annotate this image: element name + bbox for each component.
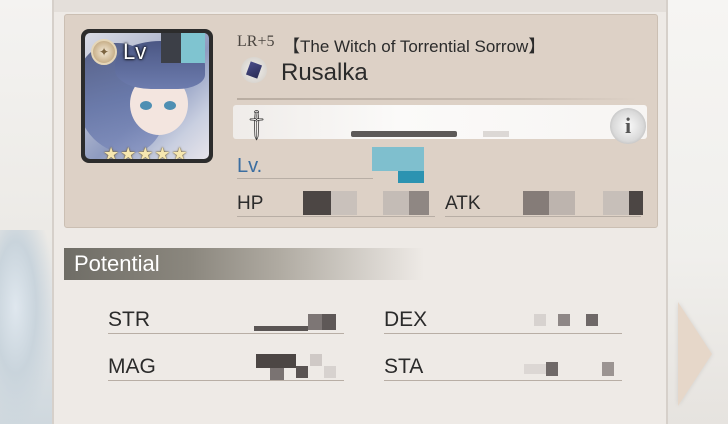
- redacted-block: [383, 191, 409, 215]
- redacted-block: [603, 191, 629, 215]
- divider: [445, 216, 641, 217]
- sta-label: STA: [384, 355, 424, 378]
- redacted-block: [161, 33, 181, 63]
- redacted-block: [524, 364, 546, 374]
- portrait-art: ✦ Lv ★★★★★: [85, 33, 209, 159]
- portrait-level-label: Lv: [123, 39, 147, 64]
- info-icon[interactable]: i: [610, 108, 646, 144]
- portrait-eye: [164, 101, 176, 110]
- character-portrait[interactable]: ✦ Lv ★★★★★: [81, 29, 213, 163]
- character-epithet: 【The Witch of Torrential Sorrow】: [283, 37, 546, 56]
- redacted-block: [303, 191, 331, 215]
- potential-section-label: Potential: [74, 251, 160, 276]
- divider: [108, 333, 344, 334]
- redacted-block: [602, 362, 614, 376]
- redacted-block: [310, 354, 322, 366]
- rarity-stars: ★★★★★: [103, 144, 189, 159]
- redacted-block: [546, 362, 558, 376]
- divider: [237, 178, 373, 179]
- redacted-block: [398, 171, 424, 183]
- redacted-block: [270, 368, 284, 380]
- class-icon: [241, 57, 267, 83]
- level-label: Lv.: [237, 155, 263, 177]
- character-name: Rusalka: [281, 59, 368, 86]
- redacted-block: [629, 191, 643, 215]
- redacted-block: [534, 314, 546, 326]
- portrait-eye: [140, 101, 152, 110]
- character-detail-panel: ✦ Lv ★★★★★ LR+5 【The Witch of Torrential…: [52, 0, 668, 424]
- background-art: [0, 230, 52, 424]
- redacted-block: [322, 314, 336, 330]
- redacted-block: [586, 314, 598, 326]
- redacted-block: [324, 366, 336, 378]
- hp-label: HP: [237, 193, 264, 214]
- redacted-block: [254, 326, 308, 331]
- panel-top-strip: [54, 0, 666, 12]
- redacted-block: [296, 366, 308, 378]
- redacted-block: [331, 191, 357, 215]
- rarity-label: LR+5: [237, 33, 275, 50]
- str-label: STR: [108, 308, 150, 331]
- redacted-block: [409, 191, 429, 215]
- level-badge-icon: ✦: [91, 39, 117, 65]
- redacted-block: [308, 314, 322, 330]
- redacted-block: [351, 131, 457, 137]
- redacted-block: [549, 191, 575, 215]
- redacted-block: [372, 147, 424, 171]
- divider: [237, 98, 637, 100]
- divider: [384, 333, 622, 334]
- divider: [237, 216, 435, 217]
- character-card: ✦ Lv ★★★★★ LR+5 【The Witch of Torrential…: [64, 14, 658, 228]
- atk-label: ATK: [445, 193, 481, 214]
- divider: [108, 380, 344, 381]
- divider: [384, 380, 622, 381]
- redacted-block: [523, 191, 549, 215]
- redacted-block: [256, 354, 296, 368]
- redacted-block: [483, 131, 509, 137]
- redacted-block: [558, 314, 570, 326]
- mag-label: MAG: [108, 355, 156, 378]
- next-arrow-icon[interactable]: [678, 302, 712, 406]
- dex-label: DEX: [384, 308, 428, 331]
